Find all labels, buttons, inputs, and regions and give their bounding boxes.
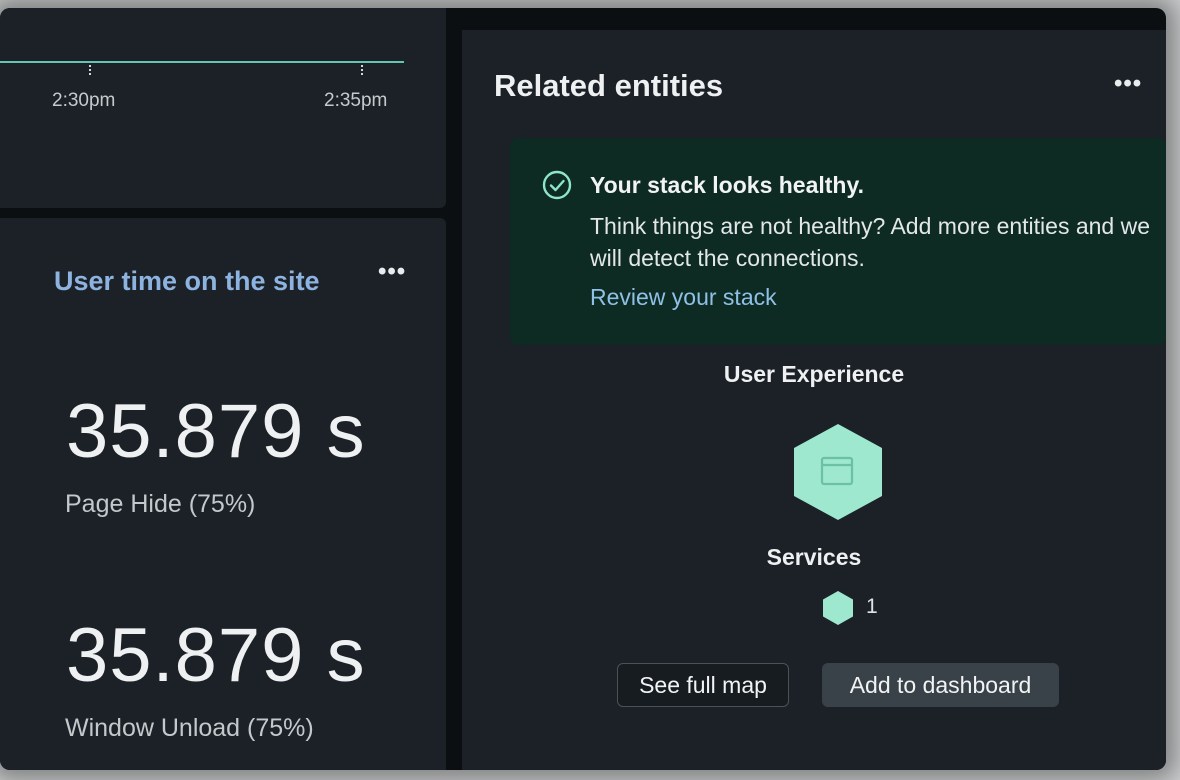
chart-card: 2:30pm 2:35pm [0, 8, 446, 208]
x-tick-label: 2:30pm [52, 90, 116, 111]
more-horizontal-icon[interactable]: ••• [1114, 70, 1142, 98]
x-tick-mark [89, 65, 91, 75]
health-status-banner: Your stack looks healthy. Think things a… [510, 138, 1166, 345]
add-to-dashboard-button[interactable]: Add to dashboard [822, 663, 1059, 707]
metric-label: Page Hide (75%) [65, 490, 256, 518]
review-stack-link[interactable]: Review your stack [590, 284, 777, 311]
metric-label: Window Unload (75%) [65, 714, 314, 742]
metric-value: 35.879 s [66, 613, 366, 698]
panel-title: Related entities [494, 68, 724, 103]
health-description: Think things are not healthy? Add more e… [590, 213, 1151, 271]
check-circle-icon [542, 170, 572, 200]
see-full-map-button[interactable]: See full map [617, 663, 789, 707]
related-entities-panel: Related entities ••• Your stack looks he… [462, 30, 1166, 770]
metric-value: 35.879 s [66, 389, 366, 474]
health-title: Your stack looks healthy. [590, 172, 864, 198]
user-experience-entity[interactable] [792, 422, 884, 522]
card-title[interactable]: User time on the site [54, 266, 320, 297]
services-label: Services [766, 544, 862, 570]
chart-series-line [0, 61, 404, 63]
app-window: 2:30pm 2:35pm User time on the site ••• … [0, 8, 1166, 770]
x-tick-mark [361, 65, 363, 75]
entity-group-label: User Experience [723, 361, 905, 387]
more-horizontal-icon[interactable]: ••• [378, 258, 406, 286]
services-count: 1 [866, 595, 878, 618]
service-hexagon-icon [823, 591, 853, 625]
user-time-card: User time on the site ••• 35.879 s Page … [0, 218, 446, 770]
x-tick-label: 2:35pm [324, 90, 388, 111]
